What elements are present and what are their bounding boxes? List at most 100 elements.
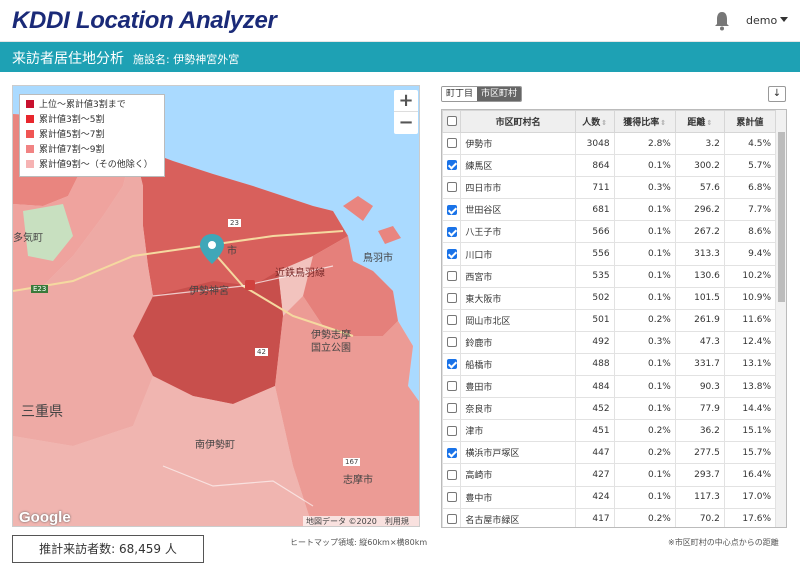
- user-name: demo: [746, 14, 778, 27]
- row-select-cell[interactable]: [442, 507, 462, 527]
- table-row[interactable]: 練馬区 864 0.1% 300.2 5.7%: [442, 154, 777, 178]
- cell-ratio: 2.8%: [613, 131, 676, 156]
- column-header-count[interactable]: 人数⇕: [574, 110, 615, 133]
- column-header-name[interactable]: 市区町村名: [460, 110, 576, 133]
- user-menu[interactable]: demo: [746, 14, 789, 27]
- table-scrollbar[interactable]: [776, 110, 786, 527]
- table-row[interactable]: 世田谷区 681 0.1% 296.2 7.7%: [442, 198, 777, 222]
- tab-municipality[interactable]: 市区町村: [477, 87, 522, 101]
- legend-item: 累計値9割～（その他除く）: [26, 158, 158, 173]
- row-select-cell[interactable]: [442, 264, 462, 288]
- table-row[interactable]: 鈴鹿市 492 0.3% 47.3 12.4%: [442, 330, 777, 354]
- row-checkbox[interactable]: [446, 315, 457, 326]
- table-row[interactable]: 横浜市戸塚区 447 0.2% 277.5 15.7%: [442, 441, 777, 465]
- tab-town[interactable]: 町丁目: [442, 87, 478, 101]
- row-select-cell[interactable]: [442, 419, 462, 443]
- cell-ratio: 0.1%: [613, 198, 676, 222]
- table-row[interactable]: 四日市市 711 0.3% 57.6 6.8%: [442, 176, 777, 200]
- cell-ratio: 0.2%: [613, 419, 676, 443]
- table-row[interactable]: 豊田市 484 0.1% 90.3 13.8%: [442, 375, 777, 399]
- cell-distance: 331.7: [674, 352, 725, 377]
- row-select-cell[interactable]: [442, 131, 462, 156]
- table-row[interactable]: 高崎市 427 0.1% 293.7 16.4%: [442, 463, 777, 487]
- row-select-cell[interactable]: [442, 441, 462, 465]
- row-checkbox[interactable]: [446, 513, 457, 524]
- column-header-cumulative[interactable]: 累計値: [723, 110, 777, 133]
- scrollbar-thumb[interactable]: [778, 132, 785, 302]
- cell-count: 681: [574, 198, 615, 222]
- heatmap-map[interactable]: 多気町 市 伊勢神宮 近鉄鳥羽線 伊勢志摩 国立公園 三重県 南伊勢町 志摩市 …: [12, 85, 420, 527]
- row-checkbox[interactable]: [446, 337, 457, 348]
- zoom-in-button[interactable]: +: [394, 90, 418, 112]
- table-row[interactable]: 西宮市 535 0.1% 130.6 10.2%: [442, 264, 777, 288]
- cell-name: 鈴鹿市: [460, 330, 576, 354]
- table-row[interactable]: 名古屋市緑区 417 0.2% 70.2 17.6%: [442, 507, 777, 527]
- table-row[interactable]: 船橋市 488 0.1% 331.7 13.1%: [442, 352, 777, 377]
- row-checkbox[interactable]: [446, 226, 457, 237]
- cell-name: 名古屋市緑区: [460, 507, 576, 527]
- cell-ratio: 0.1%: [613, 154, 676, 178]
- table-row[interactable]: 豊中市 424 0.1% 117.3 17.0%: [442, 485, 777, 509]
- cell-count: 502: [574, 286, 615, 310]
- row-checkbox[interactable]: [446, 491, 457, 502]
- google-logo: Google: [19, 509, 71, 526]
- row-checkbox[interactable]: [446, 160, 457, 171]
- table-row[interactable]: 八王子市 566 0.1% 267.2 8.6%: [442, 220, 777, 244]
- table-header-row: 市区町村名 人数⇕ 獲得比率⇕ 距離⇕ 累計値: [442, 110, 777, 133]
- row-select-cell[interactable]: [442, 154, 462, 178]
- select-all-checkbox[interactable]: [446, 116, 457, 127]
- table-row[interactable]: 奈良市 452 0.1% 77.9 14.4%: [442, 397, 777, 421]
- zoom-out-button[interactable]: −: [394, 112, 418, 134]
- table-row[interactable]: 東大阪市 502 0.1% 101.5 10.9%: [442, 286, 777, 310]
- download-button[interactable]: ↓: [768, 86, 786, 102]
- column-header-distance[interactable]: 距離⇕: [674, 110, 725, 133]
- map-credit[interactable]: 地図データ ©2020 利用規約: [303, 516, 419, 526]
- row-select-cell[interactable]: [442, 286, 462, 310]
- bell-icon[interactable]: [713, 11, 731, 31]
- cell-distance: 36.2: [674, 419, 725, 443]
- cell-distance: 77.9: [674, 397, 725, 421]
- row-select-cell[interactable]: [442, 485, 462, 509]
- row-select-cell[interactable]: [442, 308, 462, 332]
- row-checkbox[interactable]: [446, 270, 457, 281]
- row-select-cell[interactable]: [442, 198, 462, 222]
- sort-icon: ⇕: [601, 119, 608, 127]
- cell-count: 711: [574, 176, 615, 200]
- row-checkbox[interactable]: [446, 447, 457, 458]
- row-select-cell[interactable]: [442, 242, 462, 266]
- cell-count: 424: [574, 485, 615, 509]
- row-checkbox[interactable]: [446, 138, 457, 149]
- estimated-visitors: 推計来訪者数: 68,459 人: [12, 535, 204, 563]
- row-checkbox[interactable]: [446, 204, 457, 215]
- row-select-cell[interactable]: [442, 352, 462, 377]
- header-select-all[interactable]: [442, 110, 462, 133]
- row-checkbox[interactable]: [446, 359, 457, 370]
- map-label-shima: 志摩市: [343, 475, 373, 486]
- table-row[interactable]: 伊勢市 3048 2.8% 3.2 4.5%: [442, 131, 777, 156]
- row-select-cell[interactable]: [442, 463, 462, 487]
- cell-count: 535: [574, 264, 615, 288]
- legend-swatch: [26, 100, 34, 108]
- row-checkbox[interactable]: [446, 381, 457, 392]
- row-checkbox[interactable]: [446, 248, 457, 259]
- legend-item: 累計値5割～7割: [26, 128, 158, 143]
- row-checkbox[interactable]: [446, 469, 457, 480]
- row-select-cell[interactable]: [442, 330, 462, 354]
- cell-cumulative: 11.6%: [723, 308, 777, 332]
- cell-name: 川口市: [460, 242, 576, 266]
- row-checkbox[interactable]: [446, 403, 457, 414]
- cell-cumulative: 17.6%: [723, 507, 777, 527]
- row-select-cell[interactable]: [442, 176, 462, 200]
- row-select-cell[interactable]: [442, 397, 462, 421]
- column-header-ratio[interactable]: 獲得比率⇕: [613, 110, 676, 133]
- row-checkbox[interactable]: [446, 292, 457, 303]
- table-row[interactable]: 川口市 556 0.1% 313.3 9.4%: [442, 242, 777, 266]
- row-select-cell[interactable]: [442, 375, 462, 399]
- row-checkbox[interactable]: [446, 182, 457, 193]
- row-checkbox[interactable]: [446, 425, 457, 436]
- table-row[interactable]: 岡山市北区 501 0.2% 261.9 11.6%: [442, 308, 777, 332]
- row-select-cell[interactable]: [442, 220, 462, 244]
- cell-distance: 57.6: [674, 176, 725, 200]
- table-row[interactable]: 津市 451 0.2% 36.2 15.1%: [442, 419, 777, 443]
- cell-distance: 277.5: [674, 441, 725, 465]
